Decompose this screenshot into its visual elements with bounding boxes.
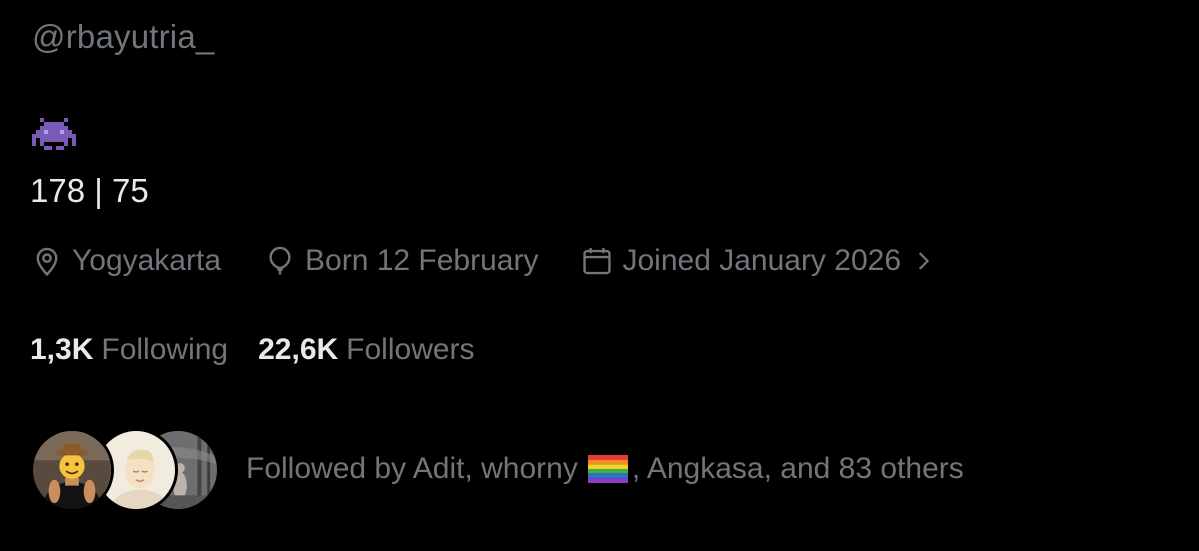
followed-by-text: Followed by Adit, whorny , Angkasa, and … xyxy=(246,452,964,486)
birthday-text: Born 12 February xyxy=(305,244,539,277)
balloon-icon xyxy=(269,246,291,275)
alien-monster-emoji-icon xyxy=(32,118,76,150)
profile-bio: 178 | 75 xyxy=(30,172,149,209)
joined-item[interactable]: Joined January 2026 xyxy=(580,244,935,278)
following-link[interactable]: 1,3K Following xyxy=(30,333,228,367)
profile-handle: @rbayutria_ xyxy=(32,18,215,55)
location-item: Yogyakarta xyxy=(30,244,221,278)
follow-stats: 1,3K Following 22,6K Followers xyxy=(30,333,505,367)
following-count: 1,3K xyxy=(30,333,94,366)
followers-count: 22,6K xyxy=(258,333,339,366)
chevron-right-icon xyxy=(919,252,929,270)
avatar xyxy=(30,428,114,512)
profile-meta: Yogyakarta Born 12 February Joined Janua… xyxy=(30,244,935,278)
location-text: Yogyakarta xyxy=(72,244,222,277)
joined-text: Joined January 2026 xyxy=(622,244,902,277)
followed-by-suffix: , Angkasa, and 83 others xyxy=(631,452,964,485)
rainbow-flag-emoji-icon xyxy=(587,455,628,483)
calendar-icon xyxy=(583,247,612,275)
followed-by-prefix: Followed by Adit, whorny xyxy=(246,452,578,485)
location-pin-icon xyxy=(36,247,58,277)
followers-link[interactable]: 22,6K Followers xyxy=(258,333,474,367)
profile-header: @rbayutria_ 178 | 75 Yogyakarta Born 12 … xyxy=(0,0,1199,551)
followed-by-row[interactable]: Followed by Adit, whorny , Angkasa, and … xyxy=(30,428,964,512)
followers-label: Followers xyxy=(346,333,475,366)
birthday-item: Born 12 February xyxy=(263,244,538,278)
following-label: Following xyxy=(101,333,229,366)
follower-avatars xyxy=(30,428,220,512)
